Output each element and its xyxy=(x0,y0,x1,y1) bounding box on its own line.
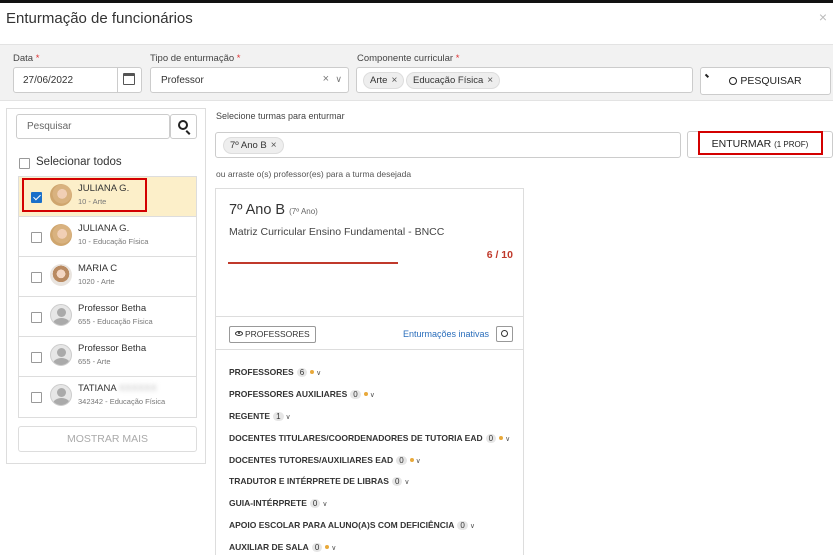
tipo-value: Professor xyxy=(161,75,204,86)
employee-checkbox[interactable] xyxy=(31,232,42,243)
clear-icon[interactable]: × xyxy=(323,73,329,85)
category-professores-auxiliares[interactable]: PROFESSORES AUXILIARES 0 ∨ xyxy=(229,389,375,399)
avatar xyxy=(50,304,72,326)
search-input[interactable]: Pesquisar xyxy=(16,114,170,139)
professores-button[interactable]: PROFESSORES xyxy=(229,326,316,343)
pesquisar-button[interactable]: PESQUISAR xyxy=(700,67,831,95)
eye-icon xyxy=(235,331,243,336)
turma-card[interactable]: 7º Ano B (7º Ano) Matriz Curricular Ensi… xyxy=(215,188,524,555)
progress-bar xyxy=(228,262,398,264)
tipo-label: Tipo de enturmação * xyxy=(150,53,241,64)
category-docentes-tutores[interactable]: DOCENTES TUTORES/AUXILIARES EAD 0 ∨ xyxy=(229,455,421,465)
category-docentes-titulares[interactable]: DOCENTES TITULARES/COORDENADORES DE TUTO… xyxy=(229,433,510,443)
search-icon xyxy=(729,77,738,85)
search-placeholder: Pesquisar xyxy=(27,121,72,132)
chevron-down-icon: ∨ xyxy=(331,545,337,552)
employee-checkbox[interactable] xyxy=(31,312,42,323)
category-tradutor-libras[interactable]: TRADUTOR E INTÉRPRETE DE LIBRAS 0 ∨ xyxy=(229,476,410,486)
avatar xyxy=(50,264,72,286)
list-item[interactable]: JULIANA G. 10 - Educação Física xyxy=(19,217,196,257)
avatar xyxy=(50,384,72,406)
matriz-curricular: Matriz Curricular Ensino Fundamental - B… xyxy=(229,226,445,238)
list-item[interactable]: MARIA C 1020 - Arte xyxy=(19,257,196,297)
divider xyxy=(216,349,523,350)
highlight-frame xyxy=(698,131,823,155)
date-divider xyxy=(117,68,118,92)
close-icon[interactable]: × xyxy=(819,9,827,25)
remove-chip-icon[interactable]: × xyxy=(487,75,493,86)
tipo-enturmacao-select[interactable]: Professor × ∨ xyxy=(150,67,349,93)
employee-checkbox[interactable] xyxy=(31,392,42,403)
turma-title: 7º Ano B (7º Ano) xyxy=(229,202,318,218)
chevron-down-icon: ∨ xyxy=(469,523,475,530)
search-icon xyxy=(178,120,188,130)
chevron-down-icon: ∨ xyxy=(404,479,410,486)
componente-label: Componente curricular * xyxy=(357,53,460,64)
employee-name: Professor Betha xyxy=(78,303,147,314)
drag-hint: ou arraste o(s) professor(es) para a tur… xyxy=(216,169,412,179)
highlight-frame xyxy=(22,178,147,212)
chevron-down-icon: ∨ xyxy=(322,501,328,508)
select-all-checkbox[interactable] xyxy=(19,158,30,169)
category-regente[interactable]: REGENTE 1 ∨ xyxy=(229,411,291,421)
employee-detail: 10 - Educação Física xyxy=(78,237,149,246)
remove-chip-icon[interactable]: × xyxy=(391,75,397,86)
window-top-bar xyxy=(0,0,833,3)
employee-name: JULIANA G. xyxy=(78,223,130,234)
select-all-label: Selecionar todos xyxy=(36,156,122,168)
redacted-surname: XXXXXX xyxy=(118,383,157,394)
employee-checkbox[interactable] xyxy=(31,272,42,283)
data-label: Data * xyxy=(13,53,40,64)
chip-arte: Arte × xyxy=(363,72,405,89)
chevron-down-icon: ∨ xyxy=(415,458,421,465)
chevron-down-icon: ∨ xyxy=(316,370,322,377)
select-turmas-label: Selecione turmas para enturmar xyxy=(216,111,345,121)
category-guia-interprete[interactable]: GUIA-INTÉRPRETE 0 ∨ xyxy=(229,498,328,508)
employee-list: JULIANA G. 10 - Arte JULIANA G. 10 - Edu… xyxy=(18,176,197,418)
employee-name: MARIA C xyxy=(78,263,118,274)
date-value: 27/06/2022 xyxy=(23,75,74,86)
category-professores[interactable]: PROFESSORES 6 ∨ xyxy=(229,367,321,377)
calendar-icon[interactable] xyxy=(123,73,135,85)
employee-checkbox[interactable] xyxy=(31,352,42,363)
chevron-down-icon[interactable]: ∨ xyxy=(335,74,342,85)
employee-name: Professor Betha xyxy=(78,343,147,354)
chip-turma: 7º Ano B × xyxy=(223,137,284,154)
category-apoio-escolar[interactable]: APOIO ESCOLAR PARA ALUNO(A)S COM DEFICIÊ… xyxy=(229,520,475,530)
chevron-down-icon: ∨ xyxy=(285,414,291,421)
remove-chip-icon[interactable]: × xyxy=(271,140,277,151)
employee-detail: 655 - Arte xyxy=(78,357,111,366)
employee-name: TATIANA XXXXXX xyxy=(78,383,157,394)
date-field[interactable]: 27/06/2022 xyxy=(13,67,142,93)
chevron-down-icon: ∨ xyxy=(505,436,511,443)
turma-card-header: 7º Ano B (7º Ano) Matriz Curricular Ensi… xyxy=(216,189,523,317)
list-item[interactable]: Professor Betha 655 - Arte xyxy=(19,337,196,377)
employee-detail: 1020 - Arte xyxy=(78,277,115,286)
history-button[interactable] xyxy=(496,326,513,342)
clock-icon xyxy=(501,330,508,337)
category-auxiliar-sala[interactable]: AUXILIAR DE SALA 0 ∨ xyxy=(229,542,336,552)
employee-detail: 655 - Educação Física xyxy=(78,317,153,326)
employee-detail: 342342 - Educação Física xyxy=(78,397,166,406)
list-item[interactable]: Professor Betha 655 - Educação Física xyxy=(19,297,196,337)
chip-educacao-fisica: Educação Física × xyxy=(406,72,501,89)
turmas-select[interactable]: 7º Ano B × xyxy=(215,132,681,158)
enturmacoes-inativas-link[interactable]: Enturmações inativas xyxy=(403,329,489,339)
avatar xyxy=(50,224,72,246)
list-item[interactable]: TATIANA XXXXXX 342342 - Educação Física xyxy=(19,377,196,417)
componente-curricular-select[interactable]: Arte × Educação Física × xyxy=(356,67,693,93)
show-more-button[interactable]: MOSTRAR MAIS xyxy=(18,426,197,452)
avatar xyxy=(50,344,72,366)
modal-title: Enturmação de funcionários xyxy=(6,10,193,27)
search-button[interactable] xyxy=(170,114,197,139)
vacancy-count: 6 / 10 xyxy=(486,249,513,261)
chevron-down-icon: ∨ xyxy=(369,392,375,399)
